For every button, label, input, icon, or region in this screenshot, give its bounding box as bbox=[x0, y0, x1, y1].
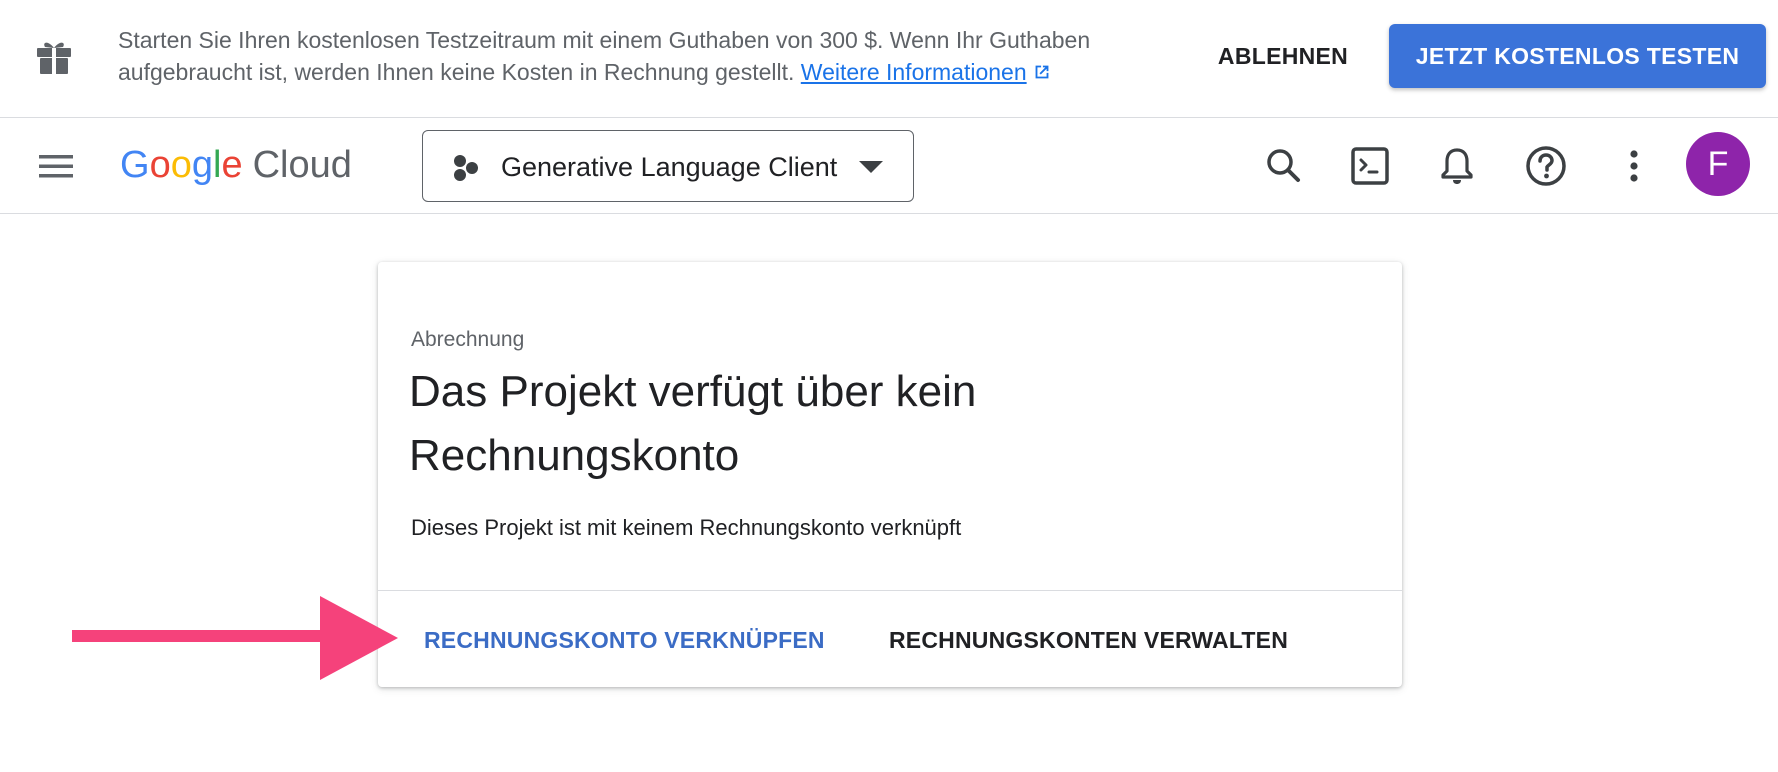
manage-billing-accounts-button[interactable]: RECHNUNGSKONTEN VERWALTEN bbox=[873, 610, 1304, 670]
chevron-down-icon bbox=[859, 161, 883, 173]
start-trial-button[interactable]: JETZT KOSTENLOS TESTEN bbox=[1389, 24, 1766, 88]
card-divider bbox=[378, 590, 1402, 591]
dismiss-button[interactable]: ABLEHNEN bbox=[1200, 30, 1366, 82]
search-icon[interactable] bbox=[1260, 142, 1308, 190]
project-hexagon-icon bbox=[454, 155, 478, 181]
card-description: Dieses Projekt ist mit keinem Rechnungsk… bbox=[411, 515, 962, 540]
logo-product: Cloud bbox=[252, 144, 352, 186]
card-eyebrow: Abrechnung bbox=[411, 328, 525, 351]
learn-more-link[interactable]: Weitere Informationen bbox=[801, 59, 1027, 85]
logo-letter: o bbox=[170, 144, 192, 186]
menu-icon[interactable] bbox=[36, 146, 76, 186]
bell-icon[interactable] bbox=[1433, 142, 1481, 190]
free-trial-banner: Starten Sie Ihren kostenlosen Testzeitra… bbox=[0, 0, 1778, 118]
cloud-shell-icon[interactable] bbox=[1346, 142, 1394, 190]
logo-letter: o bbox=[149, 144, 171, 186]
external-link-icon[interactable] bbox=[1031, 61, 1053, 83]
banner-text: Starten Sie Ihren kostenlosen Testzeitra… bbox=[118, 24, 1158, 88]
project-picker[interactable]: Generative Language Client bbox=[422, 130, 914, 202]
logo-letter: e bbox=[221, 144, 243, 186]
top-app-bar: Google Cloud Generative Language Client F bbox=[0, 118, 1778, 214]
project-name: Generative Language Client bbox=[501, 152, 838, 182]
link-billing-account-button[interactable]: RECHNUNGSKONTO VERKNÜPFEN bbox=[408, 610, 841, 670]
google-cloud-logo[interactable]: Google Cloud bbox=[120, 142, 352, 188]
gift-icon bbox=[37, 42, 71, 74]
more-vert-icon[interactable] bbox=[1610, 142, 1658, 190]
account-avatar[interactable]: F bbox=[1686, 132, 1750, 196]
logo-letter: g bbox=[191, 144, 213, 186]
help-icon[interactable] bbox=[1522, 142, 1570, 190]
annotation-arrow bbox=[72, 596, 398, 680]
logo-letter: G bbox=[120, 144, 150, 186]
card-title: Das Projekt verfügt über kein Rechnungsk… bbox=[409, 367, 977, 480]
billing-card: Abrechnung Das Projekt verfügt über kein… bbox=[378, 262, 1402, 687]
